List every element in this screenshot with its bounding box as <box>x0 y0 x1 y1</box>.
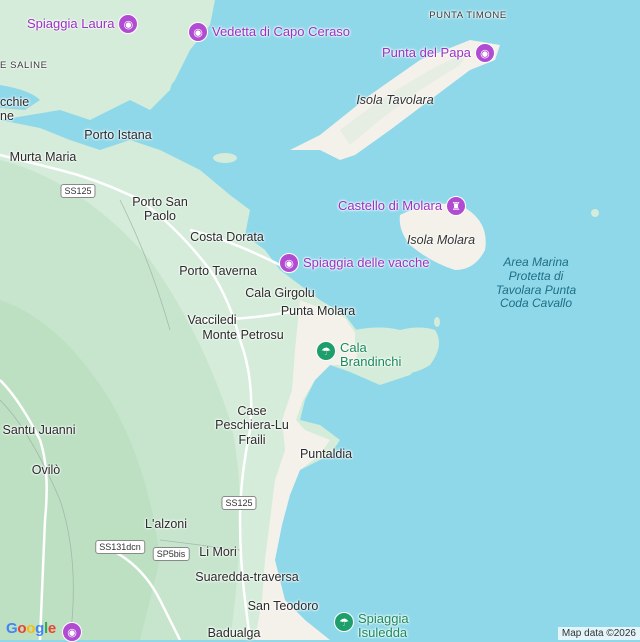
poi-label: Castello di Molara <box>338 197 443 213</box>
islet <box>434 317 440 327</box>
label-porto-taverna: Porto Taverna <box>179 264 257 278</box>
poi-label: Spiaggia delle vacche <box>303 254 430 270</box>
label-san-teodoro: San Teodoro <box>247 599 319 613</box>
label-cut-left: cchie ne <box>0 95 30 124</box>
label-cala-girgolu: Cala Girgolu <box>245 286 315 300</box>
google-logo: Google <box>6 620 56 637</box>
camera-icon: ◉ <box>188 22 208 42</box>
poi-spiaggia-isuledda[interactable]: ☂ Spiaggia Isuledda <box>334 611 409 641</box>
poi-castello-di-molara[interactable]: ♜ Castello di Molara <box>338 196 467 216</box>
label-vacciledi: Vacciledi <box>187 313 237 327</box>
poi-cut-bottom[interactable]: ◉ <box>62 622 82 642</box>
label-murta-maria: Murta Maria <box>9 150 77 164</box>
umbrella-icon: ☂ <box>316 341 336 361</box>
road-shield-sp5bis: SP5bis <box>152 547 190 561</box>
poi-label: Spiaggia Isuledda <box>358 611 409 641</box>
poi-spiaggia-laura[interactable]: ◉ Spiaggia Laura <box>27 14 139 34</box>
road-shield-ss131dcn: SS131dcn <box>95 540 145 554</box>
castle-icon: ♜ <box>446 196 467 216</box>
camera-icon: ◉ <box>118 14 139 34</box>
label-isola-tavolara: Isola Tavolara <box>356 93 434 107</box>
umbrella-icon: ☂ <box>334 612 354 632</box>
islet <box>591 209 599 217</box>
camera-icon: ◉ <box>279 253 299 273</box>
road-shield-ss125: SS125 <box>221 496 257 510</box>
poi-cala-brandinchi[interactable]: ☂ Cala Brandinchi <box>316 340 402 370</box>
poi-spiaggia-delle-vacche[interactable]: ◉ Spiaggia delle vacche <box>279 253 429 273</box>
label-porto-san-paolo: Porto San Paolo <box>132 195 188 224</box>
poi-vedetta-capo-ceraso[interactable]: ◉ Vedetta di Capo Ceraso <box>188 22 350 42</box>
map-data-attribution[interactable]: Map data ©2026 <box>557 627 640 640</box>
label-suaredda: Suaredda-traversa <box>195 570 299 584</box>
label-lalzoni: L'alzoni <box>145 517 187 531</box>
label-costa-dorata: Costa Dorata <box>190 230 264 244</box>
label-li-mori: Li Mori <box>199 545 237 559</box>
label-puntaldia: Puntaldia <box>299 447 353 461</box>
label-punta-timone: PUNTA TIMONE <box>429 10 507 21</box>
label-isola-molara: Isola Molara <box>406 233 476 247</box>
label-punta-molara: Punta Molara <box>280 304 356 318</box>
islet <box>213 153 237 163</box>
poi-punta-del-papa[interactable]: ◉ Punta del Papa <box>382 43 495 63</box>
label-saline: E SALINE <box>0 60 48 71</box>
poi-label: Spiaggia Laura <box>27 15 115 31</box>
poi-label: Punta del Papa <box>382 44 471 60</box>
label-santu-juanni: Santu Juanni <box>2 423 76 437</box>
poi-label: Cala Brandinchi <box>340 340 402 370</box>
camera-icon: ◉ <box>62 622 82 642</box>
poi-label: Vedetta di Capo Ceraso <box>212 23 351 39</box>
camera-icon: ◉ <box>474 43 495 63</box>
road-shield-ss125: SS125 <box>60 184 96 198</box>
label-monte-petrosu: Monte Petrosu <box>202 328 284 342</box>
label-badualga: Badualga <box>207 626 261 640</box>
label-case-peschiera: Case Peschiera-Lu Fraili <box>215 404 289 447</box>
label-ovilo: Ovilò <box>31 463 61 477</box>
label-area-marina: Area Marina Protetta di Tavolara Punta C… <box>495 255 577 311</box>
label-porto-istana: Porto Istana <box>84 128 152 142</box>
